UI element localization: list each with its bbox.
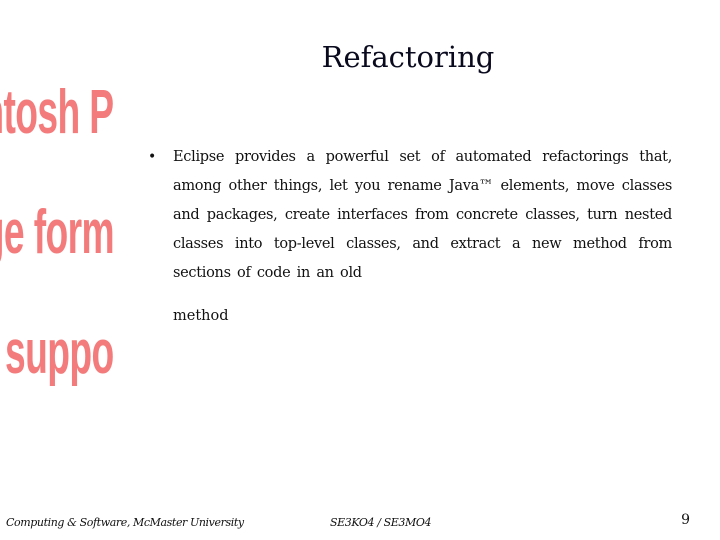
placeholder-text-line: not suppo [0,318,114,387]
footer-institution: Computing & Software, McMaster Universit… [6,516,244,529]
bullet-list: • Eclipse provides a powerful set of aut… [148,143,672,331]
bullet-icon: • [148,149,157,165]
slide: acintosh P mage form not suppo Refactori… [0,0,720,540]
unsupported-image-placeholder: acintosh P mage form not suppo [0,82,114,412]
bullet-text: Eclipse provides a powerful set of autom… [173,149,672,281]
placeholder-text-line: mage form [0,198,114,267]
bullet-text-continuation: method [173,308,229,324]
placeholder-text-line: acintosh P [0,82,114,147]
footer-course-code: SE3KO4 / SE3MO4 [330,516,432,529]
slide-title: Refactoring [321,40,495,74]
page-number: 9 [681,512,690,528]
